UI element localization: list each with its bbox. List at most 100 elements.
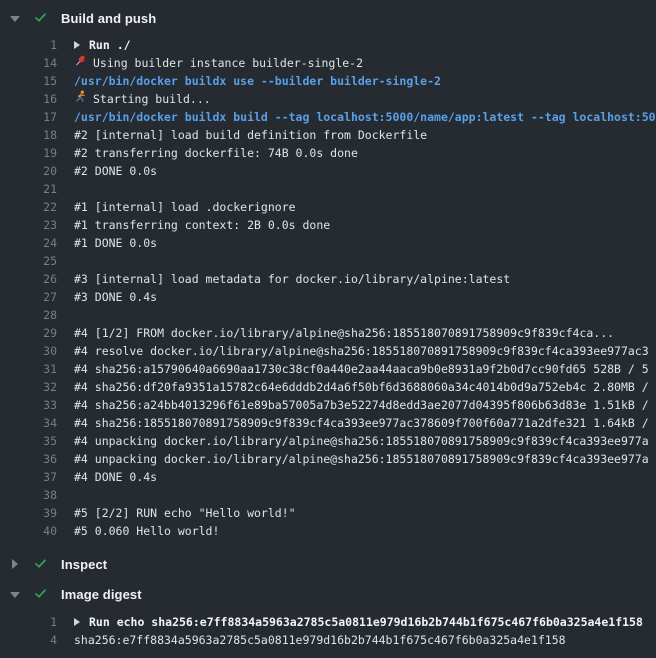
log-text: #3 [internal] load metadata for docker.i… [74,270,510,288]
log-line: 24 #1 DONE 0.0s [0,234,656,252]
log-line-content: Using builder instance builder-single-2 [74,54,363,72]
log-line: 36 #4 unpacking docker.io/library/alpine@… [0,450,656,468]
line-number[interactable]: 18 [0,126,57,144]
log-line: 40 #5 0.060 Hello world! [0,522,656,540]
log-text: #4 resolve docker.io/library/alpine@sha2… [74,342,649,360]
line-number[interactable]: 38 [0,486,57,504]
line-number[interactable]: 34 [0,414,57,432]
log-text: #2 DONE 0.0s [74,162,157,180]
check-icon [34,555,47,574]
chevron-down-icon[interactable] [10,16,20,22]
expand-toggle-icon[interactable] [74,618,80,626]
log-text: #3 DONE 0.4s [74,288,157,306]
log-text: #2 transferring dockerfile: 74B 0.0s don… [74,144,358,162]
log-text: #4 unpacking docker.io/library/alpine@sh… [74,450,649,468]
section-title: Build and push [61,11,156,26]
line-number[interactable]: 20 [0,162,57,180]
line-number[interactable]: 16 [0,90,57,108]
line-number[interactable]: 33 [0,396,57,414]
section-header-build-and-push[interactable]: Build and push [0,6,656,30]
log-line: 33#4 sha256:a24bb4013296f61e89ba57005a7b… [0,396,656,414]
section-header-image-digest[interactable]: Image digest [0,582,656,606]
chevron-down-icon[interactable] [10,592,20,598]
line-number[interactable]: 40 [0,522,57,540]
line-number[interactable]: 37 [0,468,57,486]
log-line-content: #2 [internal] load build definition from… [74,126,427,144]
runner-icon [74,90,87,108]
log-line: 18 #2 [internal] load build definition fr… [0,126,656,144]
log-line: 23#1 transferring context: 2B 0.0s done [0,216,656,234]
log-line: 17/usr/bin/docker buildx build --tag loc… [0,108,656,126]
log-line: 25 [0,252,656,270]
log-line-content: #3 [internal] load metadata for docker.i… [74,270,510,288]
line-number[interactable]: 1 [0,613,57,631]
log-line: 37 #4 DONE 0.4s [0,468,656,486]
section-header-inspect[interactable]: Inspect [0,552,656,576]
log-line: 32 #4 sha256:df20fa9351a15782c64e6dddb2d4… [0,378,656,396]
line-number[interactable]: 39 [0,504,57,522]
log-line: 26 #3 [internal] load metadata for docker… [0,270,656,288]
log-line: 35#4 unpacking docker.io/library/alpine@… [0,432,656,450]
check-icon [34,585,47,604]
log-line: 15/usr/bin/docker buildx use --builder b… [0,72,656,90]
line-number[interactable]: 30 [0,342,57,360]
log-text: Run ./ [89,36,131,54]
log-text: /usr/bin/docker buildx use --builder bui… [74,72,441,90]
expand-toggle-icon[interactable] [74,41,80,49]
line-number[interactable]: 23 [0,216,57,234]
line-number[interactable]: 26 [0,270,57,288]
line-number[interactable]: 25 [0,252,57,270]
log-line-content: /usr/bin/docker buildx use --builder bui… [74,72,441,90]
line-number[interactable]: 24 [0,234,57,252]
log-line-content: #5 0.060 Hello world! [74,522,219,540]
log-line-content: Run echo sha256:e7ff8834a5963a2785c5a081… [74,613,643,631]
line-number[interactable]: 36 [0,450,57,468]
section-build-and-push: Build and push 1 Run ./ 14 Using builder in… [0,6,656,540]
line-number[interactable]: 22 [0,198,57,216]
log-line-content: Run ./ [74,36,131,54]
log-line-content: #4 sha256:df20fa9351a15782c64e6dddb2d4a6… [74,378,649,396]
log-text: #1 [internal] load .dockerignore [74,198,296,216]
log-text: Run echo sha256:e7ff8834a5963a2785c5a081… [89,613,643,631]
line-number[interactable]: 32 [0,378,57,396]
log-line-content: #2 DONE 0.0s [74,162,157,180]
line-number[interactable]: 27 [0,288,57,306]
log-text: #5 [2/2] RUN echo "Hello world!" [74,504,296,522]
log-text: #4 sha256:a15790640a6690aa1730c38cf0a440… [74,360,649,378]
check-icon [34,9,47,28]
log-line: 19 #2 transferring dockerfile: 74B 0.0s d… [0,144,656,162]
log-line-content: #1 [internal] load .dockerignore [74,198,296,216]
log-text: #4 [1/2] FROM docker.io/library/alpine@s… [74,324,614,342]
log-line: 1 Run echo sha256:e7ff8834a5963a2785c5a08… [0,613,656,631]
line-number[interactable]: 31 [0,360,57,378]
log-text: #4 DONE 0.4s [74,468,157,486]
log-line: 14 Using builder instance builder-single-… [0,54,656,72]
log-line-content: sha256:e7ff8834a5963a2785c5a0811e979d16b… [74,631,566,649]
line-number[interactable]: 1 [0,36,57,54]
log-text: #1 DONE 0.0s [74,234,157,252]
line-number[interactable]: 21 [0,180,57,198]
log-line: 21 [0,180,656,198]
line-number[interactable]: 28 [0,306,57,324]
log-line: 20 #2 DONE 0.0s [0,162,656,180]
log-line: 28 [0,306,656,324]
line-number[interactable]: 19 [0,144,57,162]
line-number[interactable]: 14 [0,54,57,72]
section-inspect: Inspect [0,552,656,576]
log-text: Starting build... [93,90,211,108]
log-line: 29 #4 [1/2] FROM docker.io/library/alpine… [0,324,656,342]
line-number[interactable]: 15 [0,72,57,90]
log-line-content: #4 unpacking docker.io/library/alpine@sh… [74,450,649,468]
line-number[interactable]: 4 [0,631,57,649]
log-line-content: #4 [1/2] FROM docker.io/library/alpine@s… [74,324,614,342]
log-text: Using builder instance builder-single-2 [93,54,363,72]
log-line-content: /usr/bin/docker buildx build --tag local… [74,108,656,126]
log-text: #2 [internal] load build definition from… [74,126,427,144]
line-number[interactable]: 29 [0,324,57,342]
line-number[interactable]: 35 [0,432,57,450]
log-line: 4 sha256:e7ff8834a5963a2785c5a0811e979d16… [0,631,656,649]
line-number[interactable]: 17 [0,108,57,126]
log-line: 39 #5 [2/2] RUN echo "Hello world!" [0,504,656,522]
chevron-right-icon[interactable] [12,559,18,569]
log-line-content: #4 DONE 0.4s [74,468,157,486]
